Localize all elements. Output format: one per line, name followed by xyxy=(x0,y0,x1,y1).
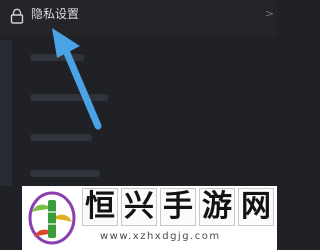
bamboo-logo-icon xyxy=(28,191,76,245)
watermark-title: 恒 兴 手 游 网 xyxy=(82,188,274,228)
watermark-title-char: 网 xyxy=(238,188,274,226)
settings-screen: 隐私设置 > 恒 兴 手 游 网 www.xzhxdgjg.com xyxy=(0,0,277,250)
site-watermark: 恒 兴 手 游 网 www.xzhxdgjg.com xyxy=(22,186,277,250)
watermark-title-char: 兴 xyxy=(121,188,157,226)
settings-list: 隐私设置 > xyxy=(0,0,277,186)
pointer-arrow-icon xyxy=(52,28,102,130)
watermark-url: www.xzhxdgjg.com xyxy=(100,231,221,242)
watermark-title-char: 恒 xyxy=(82,188,118,226)
watermark-title-char: 游 xyxy=(199,188,235,226)
watermark-title-char: 手 xyxy=(160,188,196,226)
